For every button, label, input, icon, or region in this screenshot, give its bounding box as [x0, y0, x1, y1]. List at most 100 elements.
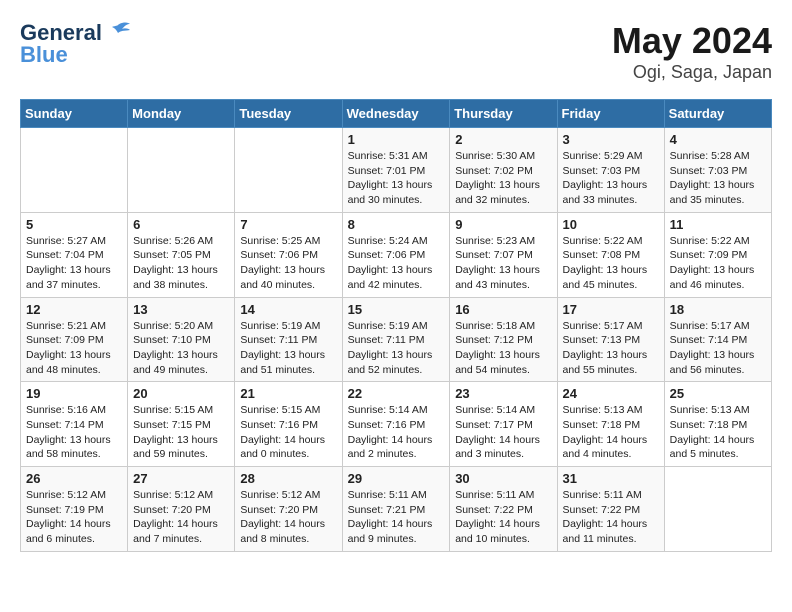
day-number: 24 — [563, 386, 659, 401]
weekday-header-sunday: Sunday — [21, 100, 128, 128]
calendar-cell: 8Sunrise: 5:24 AM Sunset: 7:06 PM Daylig… — [342, 212, 450, 297]
day-number: 17 — [563, 302, 659, 317]
day-info: Sunrise: 5:22 AM Sunset: 7:08 PM Dayligh… — [563, 234, 659, 293]
day-number: 23 — [455, 386, 551, 401]
day-number: 21 — [240, 386, 336, 401]
weekday-header-friday: Friday — [557, 100, 664, 128]
calendar-cell: 12 Sunrise: 5:21 AM Sunset: 7:09 PM Dayli… — [21, 297, 128, 382]
day-info: Sunrise: 5:26 AM Sunset: 7:05 PM Dayligh… — [133, 234, 229, 293]
calendar-cell: 11 Sunrise: 5:22 AM Sunset: 7:09 PM Dayli… — [664, 212, 771, 297]
day-info: Sunrise: 5:22 AM Sunset: 7:09 PM Dayligh… — [670, 234, 766, 293]
page-header: General Blue May 2024 Ogi, Saga, Japan — [20, 20, 772, 83]
calendar-cell: 10 Sunrise: 5:22 AM Sunset: 7:08 PM Dayli… — [557, 212, 664, 297]
calendar-cell: 29 Sunrise: 5:11 AM Sunset: 7:21 PM Dayli… — [342, 467, 450, 552]
day-number: 7 — [240, 217, 336, 232]
calendar-cell: 31 Sunrise: 5:11 AM Sunset: 7:22 PM Dayli… — [557, 467, 664, 552]
day-info: Sunrise: 5:14 AM Sunset: 7:17 PM Dayligh… — [455, 403, 551, 462]
calendar-cell: 22Sunrise: 5:14 AM Sunset: 7:16 PM Dayli… — [342, 382, 450, 467]
day-number: 28 — [240, 471, 336, 486]
logo-bird-icon — [104, 21, 132, 45]
day-number: 9 — [455, 217, 551, 232]
calendar-cell: 2 Sunrise: 5:30 AM Sunset: 7:02 PM Daylig… — [450, 128, 557, 213]
day-info: Sunrise: 5:12 AM Sunset: 7:20 PM Dayligh… — [240, 488, 336, 547]
weekday-header-wednesday: Wednesday — [342, 100, 450, 128]
calendar-cell: 21Sunrise: 5:15 AM Sunset: 7:16 PM Dayli… — [235, 382, 342, 467]
day-number: 30 — [455, 471, 551, 486]
day-number: 13 — [133, 302, 229, 317]
calendar-cell: 15 Sunrise: 5:19 AM Sunset: 7:11 PM Dayli… — [342, 297, 450, 382]
day-number: 12 — [26, 302, 122, 317]
calendar-cell: 24 Sunrise: 5:13 AM Sunset: 7:18 PM Dayli… — [557, 382, 664, 467]
calendar-cell: 18 Sunrise: 5:17 AM Sunset: 7:14 PM Dayli… — [664, 297, 771, 382]
calendar-cell: 3Sunrise: 5:29 AM Sunset: 7:03 PM Daylig… — [557, 128, 664, 213]
week-row-1: 1 Sunrise: 5:31 AM Sunset: 7:01 PM Daylig… — [21, 128, 772, 213]
day-info: Sunrise: 5:13 AM Sunset: 7:18 PM Dayligh… — [670, 403, 766, 462]
day-info: Sunrise: 5:18 AM Sunset: 7:12 PM Dayligh… — [455, 319, 551, 378]
calendar-cell: 16 Sunrise: 5:18 AM Sunset: 7:12 PM Dayli… — [450, 297, 557, 382]
day-info: Sunrise: 5:11 AM Sunset: 7:21 PM Dayligh… — [348, 488, 445, 547]
day-info: Sunrise: 5:19 AM Sunset: 7:11 PM Dayligh… — [348, 319, 445, 378]
day-info: Sunrise: 5:17 AM Sunset: 7:14 PM Dayligh… — [670, 319, 766, 378]
day-info: Sunrise: 5:11 AM Sunset: 7:22 PM Dayligh… — [563, 488, 659, 547]
day-number: 11 — [670, 217, 766, 232]
day-number: 27 — [133, 471, 229, 486]
calendar-subtitle: Ogi, Saga, Japan — [612, 62, 772, 83]
week-row-3: 12 Sunrise: 5:21 AM Sunset: 7:09 PM Dayli… — [21, 297, 772, 382]
title-block: May 2024 Ogi, Saga, Japan — [612, 20, 772, 83]
calendar-cell: 5Sunrise: 5:27 AM Sunset: 7:04 PM Daylig… — [21, 212, 128, 297]
day-number: 14 — [240, 302, 336, 317]
day-number: 31 — [563, 471, 659, 486]
calendar-cell — [128, 128, 235, 213]
day-info: Sunrise: 5:16 AM Sunset: 7:14 PM Dayligh… — [26, 403, 122, 462]
weekday-header-row: SundayMondayTuesdayWednesdayThursdayFrid… — [21, 100, 772, 128]
calendar-table: SundayMondayTuesdayWednesdayThursdayFrid… — [20, 99, 772, 552]
day-info: Sunrise: 5:14 AM Sunset: 7:16 PM Dayligh… — [348, 403, 445, 462]
calendar-cell: 4Sunrise: 5:28 AM Sunset: 7:03 PM Daylig… — [664, 128, 771, 213]
day-number: 18 — [670, 302, 766, 317]
calendar-cell: 23 Sunrise: 5:14 AM Sunset: 7:17 PM Dayli… — [450, 382, 557, 467]
day-info: Sunrise: 5:12 AM Sunset: 7:20 PM Dayligh… — [133, 488, 229, 547]
calendar-cell: 20Sunrise: 5:15 AM Sunset: 7:15 PM Dayli… — [128, 382, 235, 467]
calendar-cell: 28 Sunrise: 5:12 AM Sunset: 7:20 PM Dayli… — [235, 467, 342, 552]
calendar-cell: 7Sunrise: 5:25 AM Sunset: 7:06 PM Daylig… — [235, 212, 342, 297]
day-info: Sunrise: 5:12 AM Sunset: 7:19 PM Dayligh… — [26, 488, 122, 547]
weekday-header-tuesday: Tuesday — [235, 100, 342, 128]
day-number: 26 — [26, 471, 122, 486]
weekday-header-thursday: Thursday — [450, 100, 557, 128]
week-row-5: 26 Sunrise: 5:12 AM Sunset: 7:19 PM Dayli… — [21, 467, 772, 552]
day-number: 2 — [455, 132, 551, 147]
day-number: 20 — [133, 386, 229, 401]
day-info: Sunrise: 5:21 AM Sunset: 7:09 PM Dayligh… — [26, 319, 122, 378]
calendar-cell: 25 Sunrise: 5:13 AM Sunset: 7:18 PM Dayli… — [664, 382, 771, 467]
day-info: Sunrise: 5:29 AM Sunset: 7:03 PM Dayligh… — [563, 149, 659, 208]
day-number: 6 — [133, 217, 229, 232]
day-number: 16 — [455, 302, 551, 317]
calendar-cell — [235, 128, 342, 213]
calendar-cell — [21, 128, 128, 213]
day-info: Sunrise: 5:13 AM Sunset: 7:18 PM Dayligh… — [563, 403, 659, 462]
day-number: 5 — [26, 217, 122, 232]
calendar-cell: 13 Sunrise: 5:20 AM Sunset: 7:10 PM Dayli… — [128, 297, 235, 382]
calendar-cell: 19Sunrise: 5:16 AM Sunset: 7:14 PM Dayli… — [21, 382, 128, 467]
day-number: 25 — [670, 386, 766, 401]
day-number: 4 — [670, 132, 766, 147]
weekday-header-saturday: Saturday — [664, 100, 771, 128]
day-info: Sunrise: 5:20 AM Sunset: 7:10 PM Dayligh… — [133, 319, 229, 378]
day-number: 29 — [348, 471, 445, 486]
calendar-title: May 2024 — [612, 20, 772, 62]
day-info: Sunrise: 5:19 AM Sunset: 7:11 PM Dayligh… — [240, 319, 336, 378]
week-row-2: 5Sunrise: 5:27 AM Sunset: 7:04 PM Daylig… — [21, 212, 772, 297]
day-number: 1 — [348, 132, 445, 147]
day-number: 15 — [348, 302, 445, 317]
day-number: 10 — [563, 217, 659, 232]
calendar-cell: 27 Sunrise: 5:12 AM Sunset: 7:20 PM Dayli… — [128, 467, 235, 552]
calendar-cell: 1 Sunrise: 5:31 AM Sunset: 7:01 PM Daylig… — [342, 128, 450, 213]
day-number: 8 — [348, 217, 445, 232]
calendar-cell: 6 Sunrise: 5:26 AM Sunset: 7:05 PM Daylig… — [128, 212, 235, 297]
calendar-cell: 26 Sunrise: 5:12 AM Sunset: 7:19 PM Dayli… — [21, 467, 128, 552]
day-info: Sunrise: 5:31 AM Sunset: 7:01 PM Dayligh… — [348, 149, 445, 208]
day-info: Sunrise: 5:30 AM Sunset: 7:02 PM Dayligh… — [455, 149, 551, 208]
day-info: Sunrise: 5:11 AM Sunset: 7:22 PM Dayligh… — [455, 488, 551, 547]
day-info: Sunrise: 5:23 AM Sunset: 7:07 PM Dayligh… — [455, 234, 551, 293]
logo: General Blue — [20, 20, 132, 68]
